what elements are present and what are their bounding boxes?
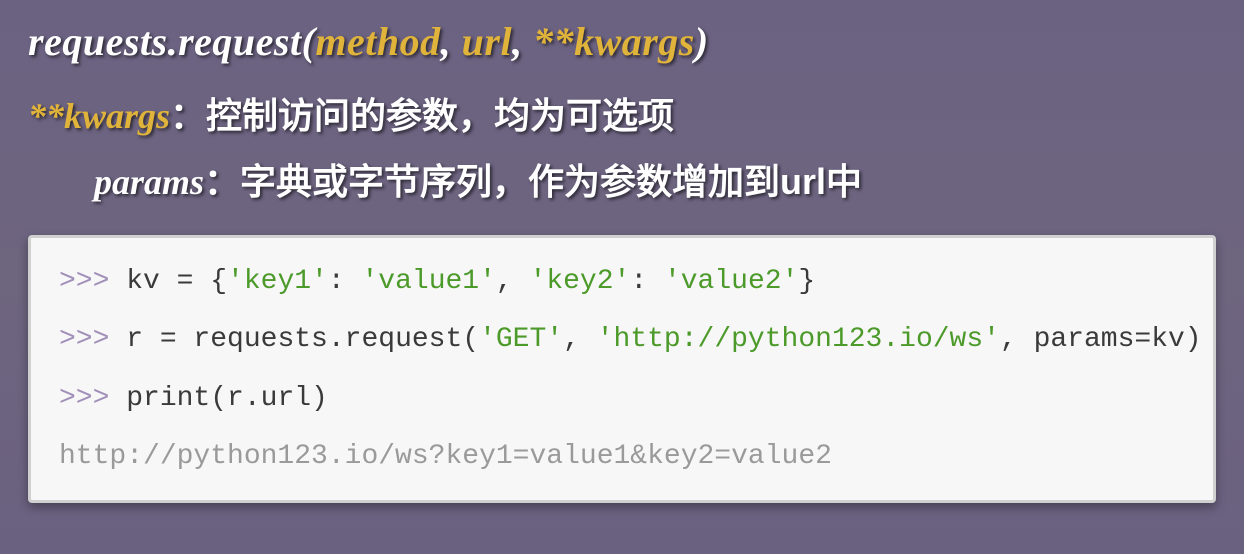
sig-sep2: , (512, 19, 533, 64)
params-colon: ： (204, 161, 240, 202)
params-text: 字典或字节序列，作为参数增加到url中 (240, 161, 862, 202)
params-description: params：字典或字节序列，作为参数增加到url中 (28, 153, 1216, 205)
sig-arg-url: url (462, 19, 512, 64)
kwargs-colon: ： (170, 95, 206, 136)
code-line-2: >>> r = requests.request('GET', 'http://… (59, 322, 1185, 358)
params-label: params (94, 162, 204, 202)
sig-sep1: , (441, 19, 462, 64)
sig-arg-method: method (315, 19, 440, 64)
sig-prefix: requests.request( (28, 19, 315, 64)
code-line-1: >>> kv = {'key1': 'value1', 'key2': 'val… (59, 264, 1185, 300)
prompt-icon: >>> (59, 324, 126, 355)
kwargs-description: **kwargs：控制访问的参数，均为可选项 (28, 87, 1216, 139)
code-example-box: >>> kv = {'key1': 'value1', 'key2': 'val… (28, 235, 1216, 503)
sig-close: ) (695, 19, 709, 64)
kwargs-text: 控制访问的参数，均为可选项 (206, 95, 674, 136)
signature-line: requests.request(method, url, **kwargs) (28, 18, 1216, 65)
code-line-3: >>> print(r.url) (59, 381, 1185, 417)
prompt-icon: >>> (59, 266, 126, 297)
code-output: http://python123.io/ws?key1=value1&key2=… (59, 439, 1185, 475)
prompt-icon: >>> (59, 383, 126, 414)
sig-arg-kwargs: **kwargs (533, 19, 695, 64)
kwargs-label: **kwargs (28, 96, 170, 136)
